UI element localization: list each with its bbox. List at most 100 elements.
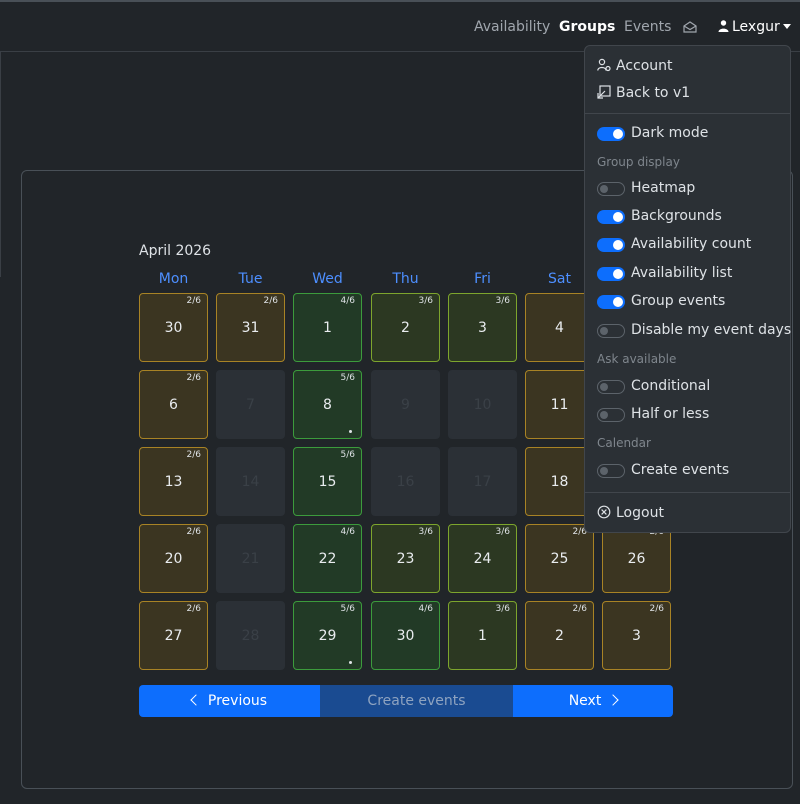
availability-count: 2/6 [186,373,201,383]
availability-count: 3/6 [495,604,510,614]
day-cell[interactable]: 14 [216,447,285,516]
day-number: 1 [478,628,487,644]
backgrounds-label: Backgrounds [631,208,722,224]
availability-count: 2/6 [263,296,278,306]
menu-account[interactable]: Account [597,58,673,74]
menu-logout[interactable]: Logout [597,505,664,521]
day-number: 18 [550,474,569,490]
day-cell[interactable]: 6 2/6 [139,370,208,439]
person-icon [718,20,729,32]
day-cell[interactable]: 28 [216,601,285,670]
username: Lexgur [732,19,780,35]
day-cell[interactable]: 9 [371,370,440,439]
day-cell[interactable]: 16 [371,447,440,516]
previous-label: Previous [207,693,268,709]
event-dot [349,661,352,664]
create-events-toggle-label: Create events [631,462,730,478]
day-cell[interactable]: 8 5/6 [293,370,362,439]
day-number: 25 [550,551,569,567]
day-cell[interactable]: 1 4/6 [293,293,362,362]
previous-button[interactable]: Previous [139,685,320,717]
day-cell[interactable]: 24 3/6 [448,524,517,593]
backgrounds-switch[interactable] [597,210,625,224]
day-cell[interactable]: 30 2/6 [139,293,208,362]
day-number: 11 [550,397,569,413]
nav-availability[interactable]: Availability [474,19,550,35]
availability-count: 2/6 [649,604,664,614]
weekday-label: Tue [238,271,263,287]
create-events-switch[interactable] [597,464,625,478]
box-arrow-icon [597,85,611,99]
create-events-label: Create events [367,693,466,709]
day-number: 3 [632,628,641,644]
create-events-button[interactable]: Create events [320,685,513,717]
availability-list-switch[interactable] [597,267,625,281]
day-cell[interactable]: 20 2/6 [139,524,208,593]
day-cell[interactable]: 29 5/6 [293,601,362,670]
day-number: 27 [164,628,183,644]
day-cell[interactable]: 17 [448,447,517,516]
circle-x-icon [597,505,611,519]
day-number: 22 [318,551,337,567]
day-cell[interactable]: 7 [216,370,285,439]
availability-list-label: Availability list [631,265,733,281]
day-cell[interactable]: 15 5/6 [293,447,362,516]
availability-count: 4/6 [418,604,433,614]
disable-event-days-label: Disable my event days [631,322,792,338]
day-cell[interactable]: 25 2/6 [525,524,594,593]
day-cell[interactable]: 3 3/6 [448,293,517,362]
day-cell[interactable]: 30 4/6 [371,601,440,670]
nav-groups[interactable]: Groups [559,19,615,35]
day-number: 16 [396,474,415,490]
availability-count: 2/6 [186,527,201,537]
day-number: 10 [473,397,492,413]
user-dropdown-menu: Account Back to v1 Dark mode Group displ… [584,45,791,533]
day-number: 2 [555,628,564,644]
event-dot [349,430,352,433]
day-cell[interactable]: 3 2/6 [602,601,671,670]
chevron-down-icon [782,24,791,29]
day-cell[interactable]: 31 2/6 [216,293,285,362]
group-events-switch[interactable] [597,295,625,309]
day-cell[interactable]: 23 3/6 [371,524,440,593]
chevron-left-icon [190,694,202,706]
envelope-open-icon[interactable] [683,21,697,33]
day-number: 31 [241,320,260,336]
availability-count: 4/6 [340,296,355,306]
disable-event-days-switch[interactable] [597,324,625,338]
day-cell[interactable]: 1 3/6 [448,601,517,670]
day-number: 24 [473,551,492,567]
conditional-switch[interactable] [597,380,625,394]
ask-available-header: Ask available [597,352,677,366]
availability-count-label: Availability count [631,236,752,252]
day-cell[interactable]: 262/6 [602,524,671,593]
availability-count-switch[interactable] [597,238,625,252]
availability-count: 2/6 [186,604,201,614]
day-number: 7 [246,397,255,413]
day-cell[interactable]: 10 [448,370,517,439]
day-cell[interactable]: 13 2/6 [139,447,208,516]
day-cell[interactable]: 2 2/6 [525,601,594,670]
user-dropdown-toggle[interactable]: Lexgur [718,19,791,35]
availability-count: 3/6 [495,296,510,306]
menu-back-v1[interactable]: Back to v1 [597,85,690,101]
menu-back-label: Back to v1 [616,85,691,101]
availability-count: 3/6 [418,296,433,306]
day-cell[interactable]: 22 4/6 [293,524,362,593]
day-number: 30 [164,320,183,336]
heatmap-switch[interactable] [597,182,625,196]
availability-count: 4/6 [340,527,355,537]
nav-events[interactable]: Events [624,19,671,35]
day-number: 29 [318,628,337,644]
availability-count: 3/6 [495,527,510,537]
day-cell[interactable]: 2 3/6 [371,293,440,362]
day-cell[interactable]: 21 [216,524,285,593]
next-button[interactable]: Next [513,685,673,717]
dark-mode-switch[interactable] [597,127,625,141]
day-cell[interactable]: 27 2/6 [139,601,208,670]
menu-account-label: Account [616,58,673,74]
dark-mode-label: Dark mode [631,125,709,141]
day-number: 14 [241,474,260,490]
availability-count: 3/6 [418,527,433,537]
half-or-less-switch[interactable] [597,408,625,422]
